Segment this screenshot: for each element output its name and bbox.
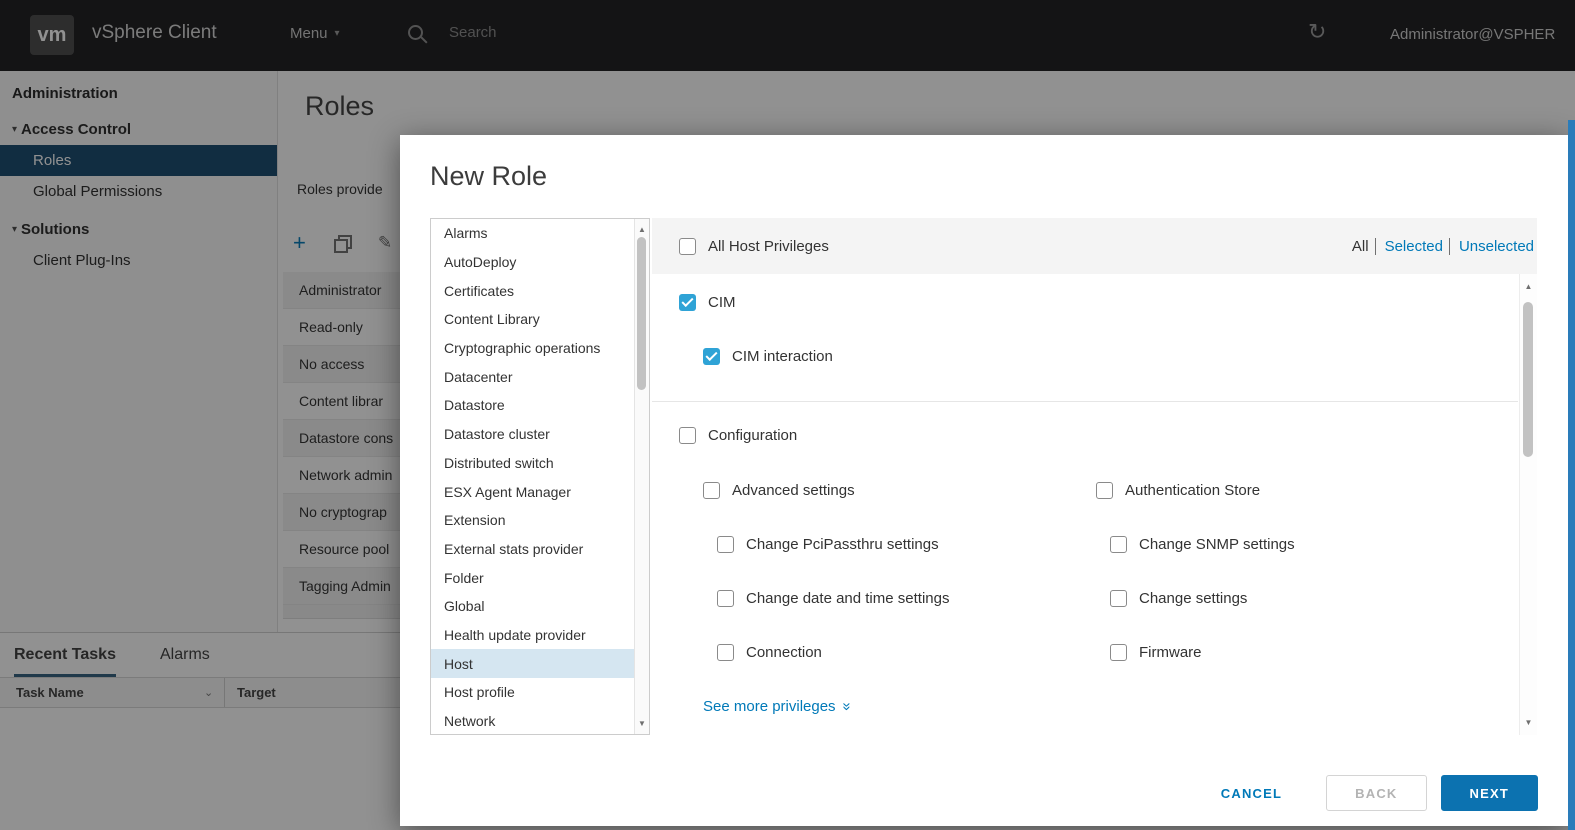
chevron-double-down-icon: »	[838, 702, 856, 711]
next-button[interactable]: NEXT	[1440, 775, 1538, 811]
section-divider	[652, 401, 1518, 402]
privileges-scrollbar[interactable]: ▲ ▼	[1519, 274, 1537, 735]
privilege-category-autodeploy[interactable]: AutoDeploy	[431, 248, 634, 277]
privilege-category-datastore[interactable]: Datastore	[431, 391, 634, 420]
privilege-row-advanced-settings[interactable]: Advanced settings	[703, 481, 1096, 499]
privilege-category-external-stats-provider[interactable]: External stats provider	[431, 535, 634, 564]
privilege-label: CIM	[708, 294, 736, 311]
privilege-category-content-library[interactable]: Content Library	[431, 305, 634, 334]
privilege-category-folder[interactable]: Folder	[431, 563, 634, 592]
privilege-label: Firmware	[1139, 643, 1202, 661]
scroll-up-icon[interactable]: ▲	[635, 225, 649, 234]
privilege-category-network[interactable]: Network	[431, 707, 634, 734]
see-more-privileges-link[interactable]: See more privileges »	[703, 698, 855, 715]
privilege-label: Change PciPassthru settings	[746, 535, 939, 553]
privilege-category-extension[interactable]: Extension	[431, 506, 634, 535]
privilege-category-health-update-provider[interactable]: Health update provider	[431, 621, 634, 650]
privileges-pane: All Host Privileges All Selected Unselec…	[652, 218, 1537, 735]
checkbox-unchecked[interactable]	[1096, 481, 1113, 499]
privilege-row-cim-interaction[interactable]: CIM interaction	[703, 348, 833, 365]
privileges-body: CIM CIM interaction Configuration Advanc…	[652, 274, 1537, 735]
privilege-category-datastore-cluster[interactable]: Datastore cluster	[431, 420, 634, 449]
privilege-row-configuration[interactable]: Configuration	[679, 427, 797, 444]
checkbox-unchecked[interactable]	[1110, 535, 1127, 553]
privilege-category-list: Alarms AutoDeploy Certificates Content L…	[430, 218, 650, 735]
privilege-label: Change date and time settings	[746, 589, 950, 607]
vsphere-client-window: vm vSphere Client Menu ▾ Search ↻ Admini…	[0, 0, 1575, 830]
checkbox-unchecked[interactable]	[717, 643, 734, 661]
privilege-filters: All Selected Unselected	[1352, 218, 1534, 274]
privilege-category-items: Alarms AutoDeploy Certificates Content L…	[431, 219, 634, 734]
checkbox-unchecked[interactable]	[1110, 589, 1127, 607]
checkbox-unchecked[interactable]	[1110, 643, 1127, 661]
privilege-row-change-snmp-settings[interactable]: Change SNMP settings	[1096, 535, 1513, 553]
privilege-category-certificates[interactable]: Certificates	[431, 276, 634, 305]
cancel-button[interactable]: CANCEL	[1205, 775, 1298, 811]
privilege-label: Advanced settings	[732, 481, 855, 499]
privilege-row-change-settings[interactable]: Change settings	[1096, 589, 1513, 607]
privileges-header-label: All Host Privileges	[708, 237, 829, 255]
privilege-label: Change settings	[1139, 589, 1248, 607]
scrollbar-thumb[interactable]	[1523, 302, 1533, 457]
checkbox-unchecked[interactable]	[717, 589, 734, 607]
privilege-row-authentication-store[interactable]: Authentication Store	[1096, 481, 1513, 499]
privilege-category-host[interactable]: Host	[431, 649, 634, 678]
privilege-label: Configuration	[708, 427, 798, 444]
category-list-scrollbar[interactable]: ▲ ▼	[634, 219, 649, 734]
privilege-row-change-date-time-settings[interactable]: Change date and time settings	[703, 589, 1096, 607]
privilege-label: CIM interaction	[732, 348, 833, 365]
see-more-label: See more privileges	[703, 698, 836, 715]
privilege-row-cim[interactable]: CIM	[679, 294, 736, 311]
privilege-category-alarms[interactable]: Alarms	[431, 219, 634, 248]
scroll-up-icon[interactable]: ▲	[1520, 282, 1537, 291]
checkbox-checked[interactable]	[703, 348, 720, 365]
checkbox-unchecked[interactable]	[679, 427, 696, 444]
right-edge-scrollbar[interactable]	[1568, 120, 1575, 830]
checkbox-unchecked[interactable]	[703, 481, 720, 499]
privileges-header: All Host Privileges All Selected Unselec…	[652, 218, 1537, 274]
filter-unselected[interactable]: Unselected	[1459, 238, 1534, 255]
filter-all[interactable]: All	[1352, 237, 1376, 255]
privilege-label: Connection	[746, 643, 822, 661]
new-role-dialog: New Role Alarms AutoDeploy Certificates …	[400, 135, 1568, 826]
privilege-label: Change SNMP settings	[1139, 535, 1295, 553]
configuration-privileges-grid: Advanced settings Authentication Store C…	[703, 463, 1513, 679]
privilege-row-change-pcipassthru-settings[interactable]: Change PciPassthru settings	[703, 535, 1096, 553]
scroll-down-icon[interactable]: ▼	[1520, 718, 1537, 727]
checkbox-unchecked[interactable]	[717, 535, 734, 553]
privilege-row-connection[interactable]: Connection	[703, 643, 1096, 661]
modal-footer: CANCEL BACK NEXT	[400, 760, 1568, 826]
back-button[interactable]: BACK	[1326, 775, 1427, 811]
privilege-category-host-profile[interactable]: Host profile	[431, 678, 634, 707]
checkbox-checked[interactable]	[679, 294, 696, 311]
privilege-category-cryptographic-operations[interactable]: Cryptographic operations	[431, 334, 634, 363]
scroll-down-icon[interactable]: ▼	[635, 719, 649, 728]
privilege-category-distributed-switch[interactable]: Distributed switch	[431, 449, 634, 478]
privilege-category-global[interactable]: Global	[431, 592, 634, 621]
filter-selected[interactable]: Selected	[1385, 237, 1450, 255]
privilege-row-firmware[interactable]: Firmware	[1096, 643, 1513, 661]
all-host-privileges-checkbox[interactable]	[679, 237, 696, 255]
privilege-label: Authentication Store	[1125, 481, 1261, 499]
scrollbar-thumb[interactable]	[637, 237, 646, 390]
privilege-category-esx-agent-manager[interactable]: ESX Agent Manager	[431, 477, 634, 506]
privilege-category-datacenter[interactable]: Datacenter	[431, 362, 634, 391]
dialog-title: New Role	[430, 161, 548, 191]
